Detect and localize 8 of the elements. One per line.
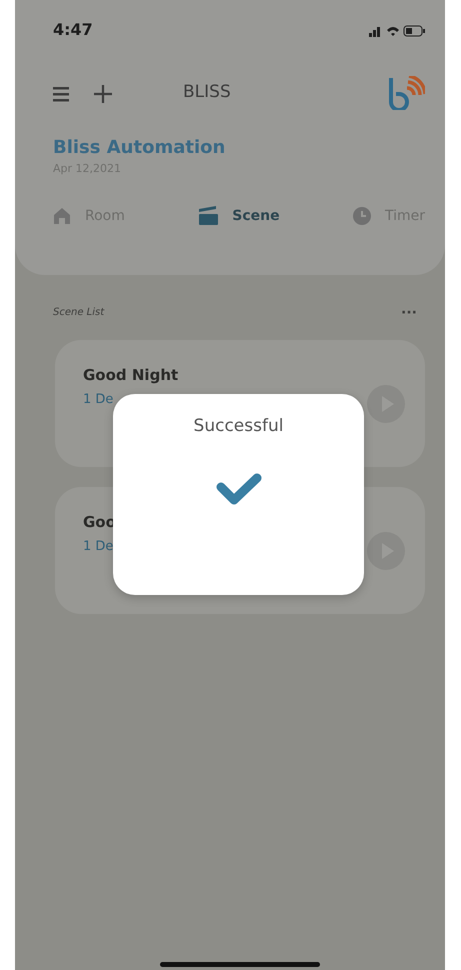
scene-name: Good Night	[83, 366, 178, 384]
home-name: Bliss Automation	[53, 136, 226, 160]
device-count: 1 De	[83, 391, 114, 409]
app-title: BLISS	[183, 81, 231, 104]
section-heading: Scene List	[53, 306, 104, 320]
dialog-title: Successful	[194, 415, 284, 438]
status-time: 4:47	[53, 19, 93, 41]
device-count: 1 De	[83, 538, 114, 556]
